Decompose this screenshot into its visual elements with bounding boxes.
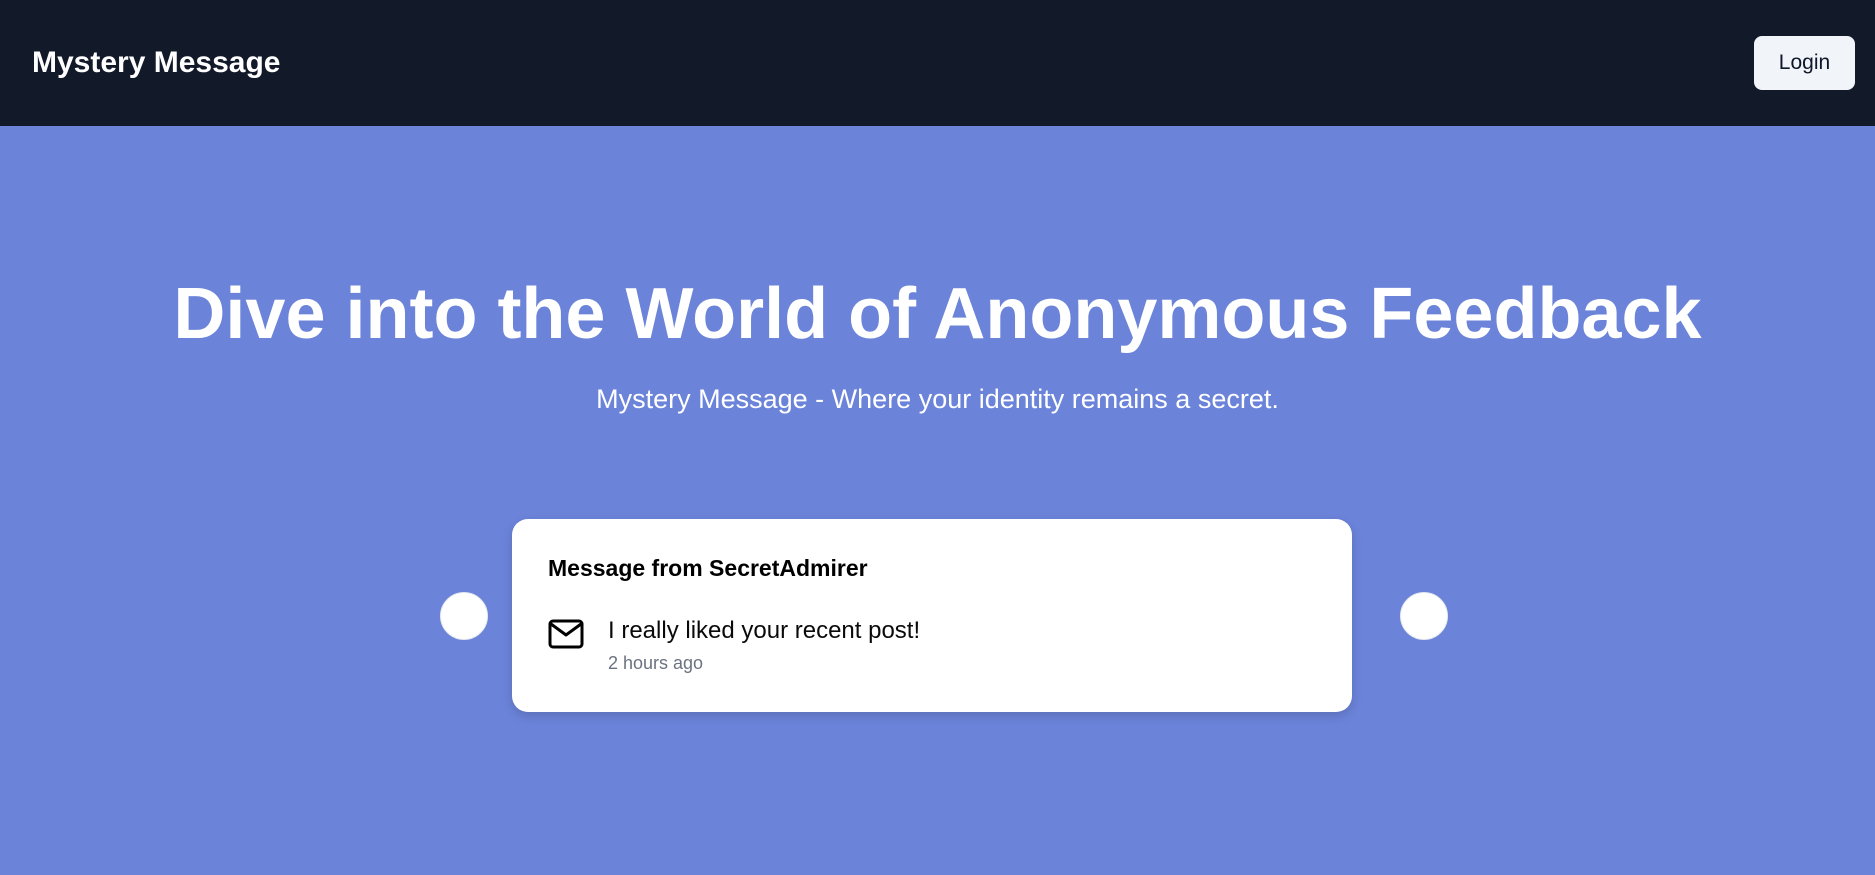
hero-subtitle: Mystery Message - Where your identity re…: [596, 384, 1279, 414]
carousel-prev-button[interactable]: [440, 592, 488, 640]
brand-logo[interactable]: Mystery Message: [32, 46, 280, 80]
navbar: Mystery Message Login: [0, 0, 1875, 126]
mail-icon: [548, 619, 584, 649]
hero-section: Dive into the World of Anonymous Feedbac…: [0, 126, 1875, 875]
login-button[interactable]: Login: [1754, 36, 1855, 90]
card-title: Message from SecretAdmirer: [548, 555, 868, 581]
hero-title: Dive into the World of Anonymous Feedbac…: [173, 274, 1702, 354]
message-timestamp: 2 hours ago: [608, 653, 704, 673]
message-content: I really liked your recent post!: [608, 617, 921, 644]
message-card: Message from SecretAdmirer I really like…: [512, 519, 1352, 712]
carousel-next-button[interactable]: [1400, 592, 1448, 640]
